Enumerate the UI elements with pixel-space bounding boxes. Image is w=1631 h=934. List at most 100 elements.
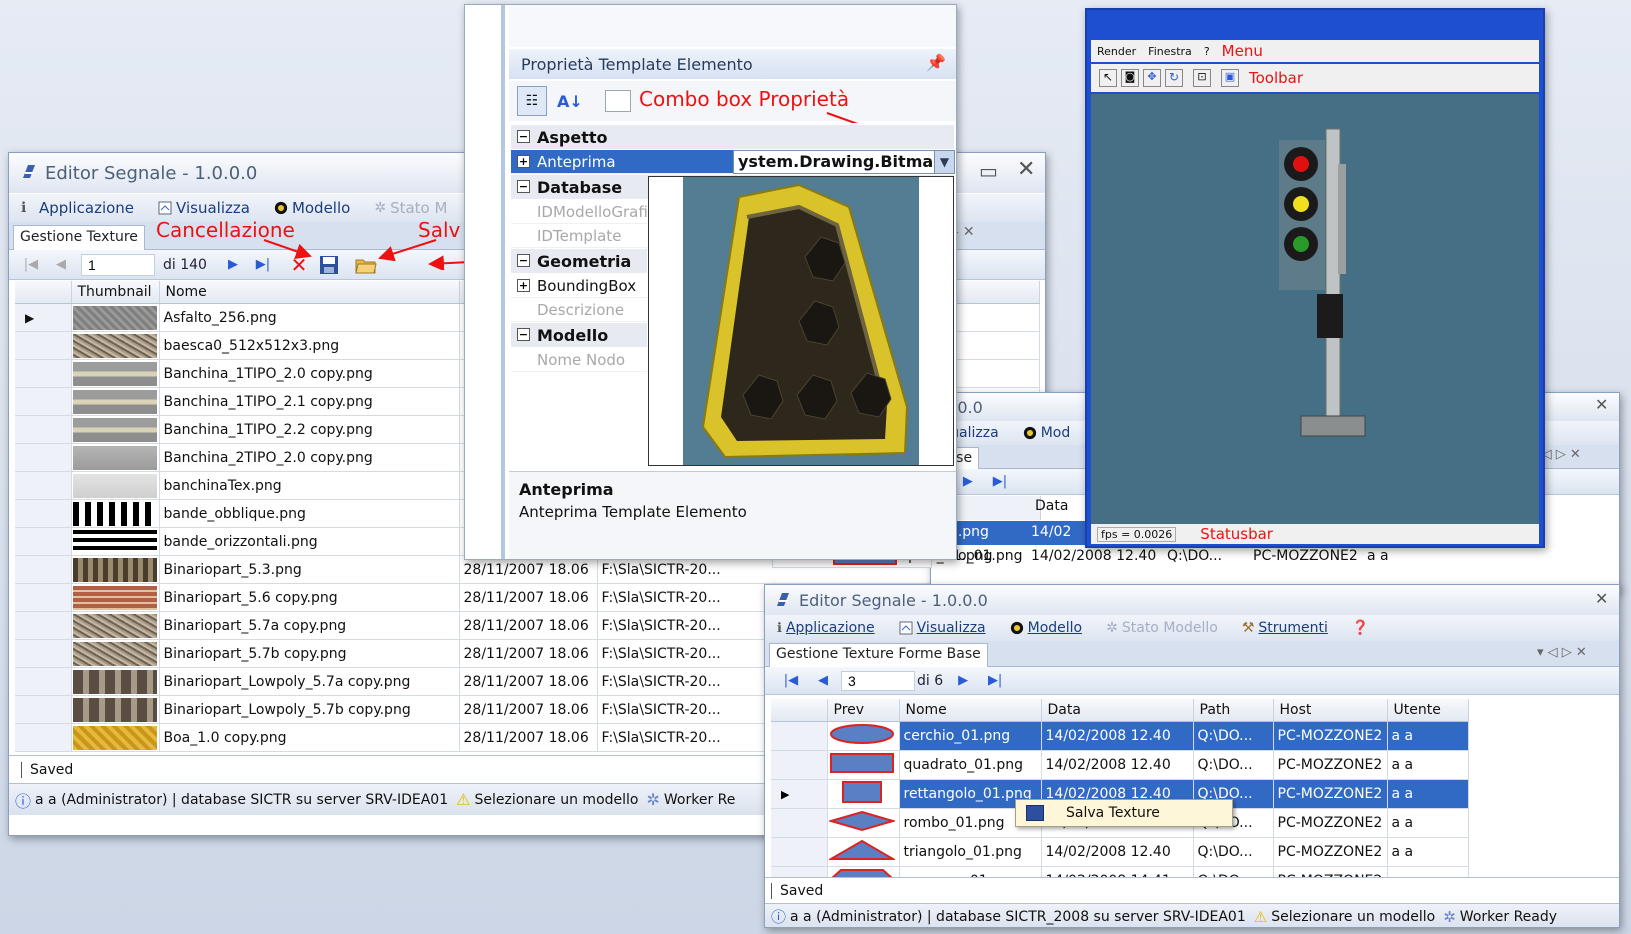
row-header[interactable] — [771, 837, 828, 867]
user-cell: a a — [1387, 837, 1469, 867]
row-header[interactable] — [15, 723, 72, 752]
property-boundingbox[interactable]: + BoundingBox — [511, 274, 647, 298]
first-record-button[interactable]: |◀ — [19, 253, 43, 277]
menu-visualizza[interactable]: Visualizza — [887, 620, 998, 636]
camera-icon[interactable]: ◙ — [1121, 69, 1139, 87]
property-nome-nodo[interactable]: Nome Nodo — [511, 348, 647, 372]
menubar: ℹ Applicazione Visualizza Modello ✲ Stato … — [765, 615, 1619, 641]
row-header[interactable]: ▶ — [771, 779, 828, 809]
property-idmodellografico[interactable]: IDModelloGrafic — [511, 200, 656, 224]
first-record-button[interactable]: |◀ — [779, 669, 803, 693]
thumbnail-cell — [71, 499, 160, 528]
tab-gestione-texture-forme-base[interactable]: Gestione Texture Forme Base — [769, 643, 988, 667]
select-arrow-icon[interactable]: ↖ — [1099, 69, 1117, 87]
frame-icon[interactable]: ⊡ — [1193, 69, 1211, 87]
railway-signal-model — [1279, 128, 1366, 437]
row-header[interactable] — [15, 555, 72, 584]
property-descrizione[interactable]: Descrizione — [511, 298, 647, 322]
row-header[interactable] — [771, 721, 828, 751]
bitmap-preview-dropdown[interactable] — [648, 176, 954, 466]
property-pages-icon[interactable] — [604, 90, 631, 112]
menu-strumenti[interactable]: ⚒ Strumenti — [1230, 620, 1340, 636]
property-idtemplate[interactable]: IDTemplate — [511, 224, 647, 248]
menu-stato-modello[interactable]: ✲ Stato M — [362, 199, 459, 217]
menu-render[interactable]: Render — [1097, 45, 1136, 58]
menu-modello[interactable]: Mod — [1011, 425, 1083, 441]
menu-applicazione[interactable]: ℹ Applicazione — [9, 199, 146, 217]
row-header[interactable] — [15, 359, 72, 388]
close-button[interactable]: ✕ — [1595, 395, 1608, 414]
pin-icon[interactable]: 📌 — [926, 53, 946, 72]
next-record-button[interactable]: ▶ — [221, 253, 245, 277]
minimize-button[interactable]: ▭ — [979, 159, 998, 183]
section-modello[interactable]: − Modello — [511, 323, 647, 347]
name-cell: bande_obblique.png — [159, 499, 460, 528]
record-position-input[interactable] — [841, 670, 915, 691]
menu-applicazione[interactable]: ℹ Applicazione — [765, 620, 887, 636]
window-titlebar[interactable]: Editor Segnale - 1.0.0.0 ✕ — [765, 585, 1619, 615]
table-row[interactable]: cerchio_01.png 14/02/2008 12.40 Q:\DO... PC… — [771, 721, 1469, 751]
row-header[interactable] — [771, 750, 828, 780]
menu-modello[interactable]: Modello — [262, 199, 362, 217]
model-icon — [274, 201, 288, 215]
next-record-button[interactable]: ▶ — [951, 669, 975, 693]
row-header[interactable] — [15, 471, 72, 500]
column-header-thumbnail[interactable]: Thumbnail — [71, 281, 160, 304]
table-row[interactable]: triangolo_01.png 14/02/2008 12.40 Q:\DO...… — [771, 837, 1469, 867]
column-header-prev[interactable]: Prev — [827, 699, 900, 722]
row-header[interactable] — [15, 443, 72, 472]
row-header[interactable] — [15, 331, 72, 360]
prev-record-button[interactable]: ◀ — [49, 253, 73, 277]
row-header[interactable] — [15, 499, 72, 528]
tab-gestione-texture[interactable]: Gestione Texture — [13, 225, 145, 251]
categorized-icon[interactable]: ☷ — [517, 86, 547, 116]
prev-record-button[interactable]: ◀ — [811, 669, 835, 693]
column-header-host[interactable]: Host — [1273, 699, 1388, 722]
combo-dropdown-icon[interactable]: ▼ — [934, 151, 954, 173]
record-position-input[interactable] — [81, 253, 155, 276]
menu-stato-modello[interactable]: ✲ Stato Modello — [1094, 620, 1230, 636]
menu-finestra[interactable]: Finestra — [1148, 45, 1192, 58]
menu-modello[interactable]: Modello — [998, 620, 1095, 636]
section-aspetto[interactable]: − Aspetto — [511, 125, 954, 149]
context-menu-salva-texture[interactable]: Salva Texture — [1066, 805, 1160, 821]
texture-thumbnail — [72, 585, 157, 610]
column-header-nome[interactable]: Nome — [159, 281, 460, 304]
column-header-utente[interactable]: Utente — [1387, 699, 1469, 722]
next-record-button[interactable]: ▶ — [956, 470, 980, 494]
3d-viewport[interactable] — [1091, 94, 1539, 524]
row-header[interactable] — [15, 639, 72, 668]
last-record-button[interactable]: ▶| — [983, 669, 1007, 693]
monitor-icon[interactable]: ▣ — [1221, 69, 1239, 87]
help-icon[interactable]: ❓ — [1340, 620, 1381, 636]
row-header[interactable] — [771, 808, 828, 838]
row-header[interactable] — [15, 415, 72, 444]
last-record-button[interactable]: ▶| — [988, 470, 1012, 494]
tab-dropdown-icon[interactable]: ▾ ◁ ▷ ✕ — [1537, 645, 1587, 660]
row-header[interactable] — [15, 527, 72, 556]
section-geometria[interactable]: − Geometria — [511, 249, 647, 273]
column-header-nome[interactable]: Nome — [899, 699, 1042, 722]
date-cell: 14/02/2008 12.40 — [1041, 750, 1194, 780]
row-header[interactable] — [15, 611, 72, 640]
menu-help[interactable]: ? — [1204, 45, 1210, 58]
row-header[interactable] — [15, 583, 72, 612]
sort-az-icon[interactable]: A↓ — [557, 92, 583, 111]
property-anteprima[interactable]: + Anteprima — [511, 150, 733, 174]
thumbnail-cell — [71, 331, 160, 360]
row-header[interactable] — [15, 667, 72, 696]
row-header[interactable]: ▶ — [15, 303, 72, 332]
column-header-data[interactable]: Data — [1041, 699, 1194, 722]
anteprima-combo[interactable]: ystem.Drawing.Bitmap ▼ — [733, 150, 955, 174]
table-row[interactable]: quadrato_01.png 14/02/2008 12.40 Q:\DO... P… — [771, 750, 1469, 780]
rotate-icon[interactable]: ↻ — [1165, 69, 1183, 87]
property-panel-header[interactable]: Proprietà Template Elemento 📌 — [509, 49, 956, 79]
row-header[interactable] — [15, 387, 72, 416]
zoom-extents-icon[interactable]: ✥ — [1143, 69, 1161, 87]
close-button[interactable]: ✕ — [1595, 589, 1608, 608]
column-header-path[interactable]: Path — [1193, 699, 1274, 722]
column-header-data-label: Data — [1035, 498, 1069, 514]
close-button[interactable]: ✕ — [1017, 157, 1035, 182]
row-header[interactable] — [15, 695, 72, 724]
menu-visualizza[interactable]: Visualizza — [146, 199, 262, 217]
